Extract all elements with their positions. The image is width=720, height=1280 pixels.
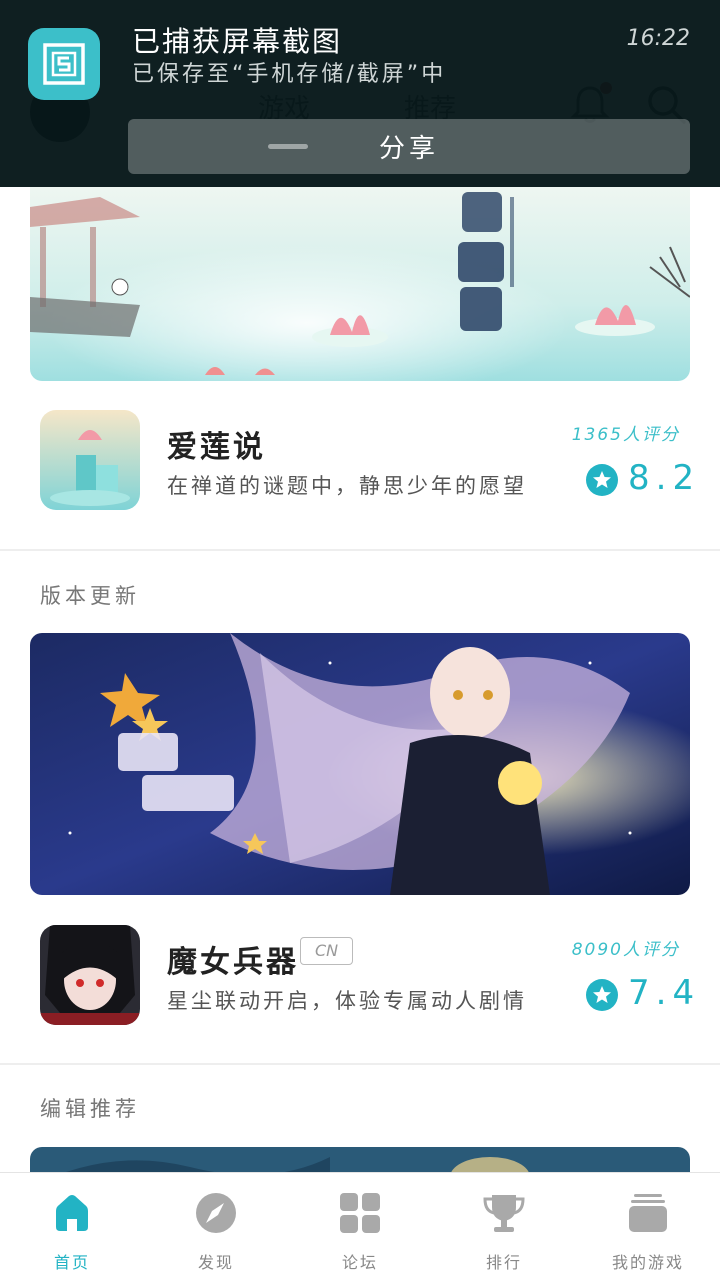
star-icon <box>586 979 618 1011</box>
game-row-witch-weapon[interactable]: 魔女兵器 CN 星尘联动开启，体验专属动人剧情 8090人评分 7.4 <box>0 925 720 1035</box>
game-description: 在禅道的谜题中，静思少年的愿望 <box>167 474 527 498</box>
nav-label: 我的游戏 <box>611 1253 684 1272</box>
share-button[interactable]: 分享 <box>128 119 690 174</box>
nav-ranking[interactable]: 排行 <box>432 1173 576 1280</box>
screenshot-notification[interactable]: 已捕获屏幕截图 已保存至“手机存储/截屏”中 16:22 分享 <box>0 0 720 187</box>
share-label: 分享 <box>378 134 439 164</box>
rating-score: 7.4 <box>628 973 701 1013</box>
banner-artwork <box>30 187 690 381</box>
nav-home[interactable]: 首页 <box>0 1173 144 1280</box>
nav-discover[interactable]: 发现 <box>144 1173 288 1280</box>
region-tag: CN <box>300 937 354 965</box>
rating-count: 8090人评分 <box>571 940 680 960</box>
section-title-version-update: 版本更新 <box>40 584 140 608</box>
featured-banner-ailianshuo[interactable] <box>30 187 690 381</box>
screenshot-icon <box>28 28 100 100</box>
game-row-ailianshuo[interactable]: 爱莲说 在禅道的谜题中，静思少年的愿望 1365人评分 8.2 <box>0 410 720 520</box>
game-name: 爱莲说 <box>167 430 266 465</box>
game-description: 星尘联动开启，体验专属动人剧情 <box>167 989 527 1013</box>
notification-time: 16:22 <box>626 26 690 51</box>
nav-my-games[interactable]: 我的游戏 <box>576 1173 720 1280</box>
game-icon-ailianshuo[interactable] <box>40 410 140 510</box>
star-icon <box>586 464 618 496</box>
nav-label: 发现 <box>197 1253 234 1272</box>
drag-handle[interactable] <box>268 144 308 149</box>
nav-label: 首页 <box>53 1253 90 1272</box>
nav-label: 论坛 <box>341 1253 378 1272</box>
stack-icon <box>629 1194 667 1232</box>
rating-score: 8.2 <box>628 458 701 498</box>
divider <box>0 1063 720 1065</box>
trophy-icon <box>483 1195 525 1232</box>
rating-count: 1365人评分 <box>571 425 680 445</box>
notification-title: 已捕获屏幕截图 <box>132 25 343 58</box>
section-title-editor-pick: 编辑推荐 <box>40 1097 140 1121</box>
banner-artwork <box>30 633 690 895</box>
game-name: 魔女兵器 <box>167 945 299 980</box>
bottom-navigation: 首页 发现 论坛 排行 我的游戏 <box>0 1172 720 1280</box>
compass-icon <box>196 1193 236 1233</box>
nav-label: 排行 <box>485 1253 522 1272</box>
divider <box>0 549 720 551</box>
grid-icon <box>340 1193 380 1233</box>
nav-forum[interactable]: 论坛 <box>288 1173 432 1280</box>
notification-subtitle: 已保存至“手机存储/截屏”中 <box>132 62 447 87</box>
featured-banner-witch-weapon[interactable] <box>30 633 690 895</box>
game-icon-witch-weapon[interactable] <box>40 925 140 1025</box>
home-icon <box>56 1195 88 1231</box>
